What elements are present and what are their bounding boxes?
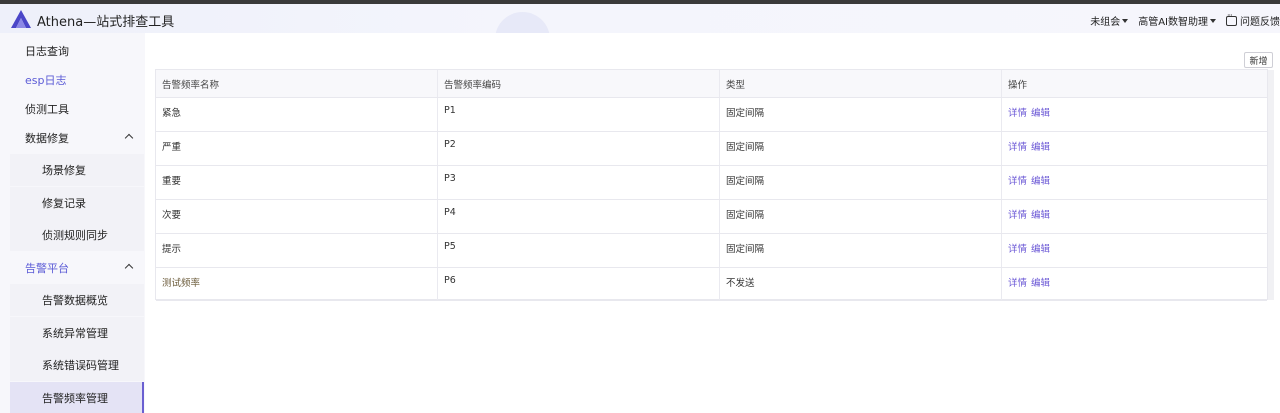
sidebar-item-label: 修复记录 xyxy=(42,197,86,210)
caret-down-icon xyxy=(1122,18,1129,23)
cell-type: 固定间隔 xyxy=(720,166,1002,199)
feedback-label: 问题反馈 xyxy=(1240,17,1280,28)
cell-code: P3 xyxy=(438,166,720,199)
ai-assistant-label: 高管AI数智助理 xyxy=(1138,17,1208,28)
sidebar-item-label: 数据修复 xyxy=(25,132,69,145)
table-header-row: 告警频率名称 告警频率编码 类型 操作 xyxy=(156,70,1267,98)
table-scrollbar[interactable] xyxy=(1268,70,1274,300)
table-row: 次要 P4 固定间隔 详情 编辑 xyxy=(156,200,1267,234)
cell-name: 重要 xyxy=(156,166,438,199)
cell-actions: 详情 编辑 xyxy=(1002,200,1267,233)
detail-link[interactable]: 详情 xyxy=(1008,244,1027,255)
edit-link[interactable]: 编辑 xyxy=(1031,176,1050,187)
table-row: 提示 P5 固定间隔 详情 编辑 xyxy=(156,234,1267,268)
cell-type: 固定间隔 xyxy=(720,234,1002,267)
column-header-name: 告警频率名称 xyxy=(156,70,438,97)
sidebar-item-esp-log[interactable]: esp日志 xyxy=(10,64,144,96)
edit-link[interactable]: 编辑 xyxy=(1031,278,1050,289)
edit-link[interactable]: 编辑 xyxy=(1031,142,1050,153)
table-row: 重要 P3 固定间隔 详情 编辑 xyxy=(156,166,1267,200)
cell-name: 提示 xyxy=(156,234,438,267)
column-header-code: 告警频率编码 xyxy=(438,70,720,97)
caret-down-icon xyxy=(1210,18,1216,23)
sidebar-item-label: 侦测工具 xyxy=(25,103,69,116)
group-select[interactable]: 未组会 xyxy=(1090,13,1129,28)
cell-code: P6 xyxy=(438,268,720,300)
cell-type: 固定间隔 xyxy=(720,98,1002,131)
sidebar-item-label: 告警平台 xyxy=(25,262,69,275)
table-row: 紧急 P1 固定间隔 详情 编辑 xyxy=(156,98,1267,132)
detail-link[interactable]: 详情 xyxy=(1008,278,1027,289)
sidebar-item-label: 日志查询 xyxy=(25,45,69,58)
cell-name: 次要 xyxy=(156,200,438,233)
cell-actions: 详情 编辑 xyxy=(1002,268,1267,300)
column-header-type: 类型 xyxy=(720,70,1002,97)
sidebar-item-label: 系统错误码管理 xyxy=(42,359,119,372)
sidebar-item-exception-manage[interactable]: 系统异常管理 xyxy=(10,317,144,349)
sidebar-group-alert-platform[interactable]: 告警平台 xyxy=(10,252,144,284)
cell-type: 固定间隔 xyxy=(720,132,1002,165)
sidebar-item-detect-tool[interactable]: 侦测工具 xyxy=(10,93,144,125)
app-header: Athena—站式排查工具 未组会 高管AI数智助理 问题反馈 xyxy=(0,4,1280,67)
cell-type: 固定间隔 xyxy=(720,200,1002,233)
detail-link[interactable]: 详情 xyxy=(1008,210,1027,221)
sidebar-item-alert-overview[interactable]: 告警数据概览 xyxy=(10,284,144,316)
cell-name: 紧急 xyxy=(156,98,438,131)
header-actions: 未组会 高管AI数智助理 问题反馈 xyxy=(1080,11,1280,29)
sidebar-group-data-repair[interactable]: 数据修复 xyxy=(10,122,144,154)
table-row: 测试频率 P6 不发送 详情 编辑 xyxy=(156,268,1267,301)
cell-actions: 详情 编辑 xyxy=(1002,166,1267,199)
ai-assistant-menu[interactable]: 高管AI数智助理 xyxy=(1138,13,1216,28)
detail-link[interactable]: 详情 xyxy=(1008,108,1027,119)
cell-actions: 详情 编辑 xyxy=(1002,234,1267,267)
cell-code: P4 xyxy=(438,200,720,233)
chevron-up-icon xyxy=(124,263,134,273)
chat-bubble-icon xyxy=(1226,11,1237,26)
column-header-actions: 操作 xyxy=(1008,79,1028,91)
cell-actions: 详情 编辑 xyxy=(1002,132,1267,165)
sidebar-item-label: 告警数据概览 xyxy=(42,294,108,307)
cell-name: 严重 xyxy=(156,132,438,165)
add-button[interactable]: 新增 xyxy=(1244,52,1273,68)
detail-link[interactable]: 详情 xyxy=(1008,176,1027,187)
detail-link[interactable]: 详情 xyxy=(1008,142,1027,153)
frequency-table: 告警频率名称 告警频率编码 类型 操作 紧急 P1 固定间隔 详情 编辑 严重 P… xyxy=(155,69,1268,301)
sidebar-item-repair-record[interactable]: 修复记录 xyxy=(10,187,144,219)
athena-logo-icon xyxy=(11,10,31,28)
cell-actions: 详情 编辑 xyxy=(1002,98,1267,131)
edit-link[interactable]: 编辑 xyxy=(1031,244,1050,255)
edit-link[interactable]: 编辑 xyxy=(1031,108,1050,119)
cell-name: 测试频率 xyxy=(156,268,438,300)
feedback-button[interactable]: 问题反馈 xyxy=(1226,11,1280,28)
sidebar-item-alert-frequency[interactable]: 告警频率管理 xyxy=(10,382,144,413)
sidebar-item-log-query[interactable]: 日志查询 xyxy=(10,35,144,67)
sidebar-item-label: esp日志 xyxy=(25,74,67,87)
sidebar-item-label: 告警频率管理 xyxy=(42,392,108,405)
sidebar-item-label: 侦测规则同步 xyxy=(42,229,108,242)
sidebar-item-label: 场景修复 xyxy=(42,164,86,177)
app-title: Athena—站式排查工具 xyxy=(37,15,175,30)
sidebar-item-scene-repair[interactable]: 场景修复 xyxy=(10,154,144,186)
edit-link[interactable]: 编辑 xyxy=(1031,210,1050,221)
sidebar-item-error-code-manage[interactable]: 系统错误码管理 xyxy=(10,349,144,381)
sidebar-item-label: 系统异常管理 xyxy=(42,327,108,340)
cell-code: P2 xyxy=(438,132,720,165)
chevron-up-icon xyxy=(124,133,134,143)
group-select-label: 未组会 xyxy=(1090,17,1121,28)
cell-type: 不发送 xyxy=(720,268,1002,300)
sidebar-item-rule-sync[interactable]: 侦测规则同步 xyxy=(10,219,144,251)
cell-code: P1 xyxy=(438,98,720,131)
cell-code: P5 xyxy=(438,234,720,267)
table-row: 严重 P2 固定间隔 详情 编辑 xyxy=(156,132,1267,166)
